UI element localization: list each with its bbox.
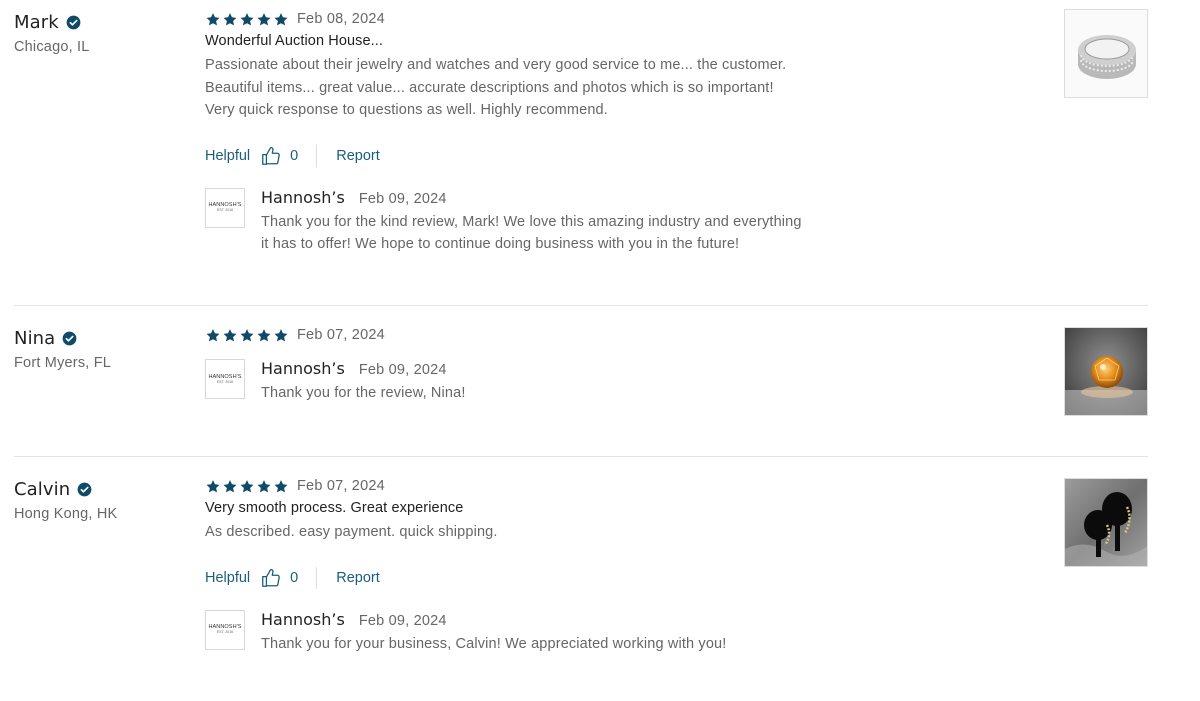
- star-icon: [239, 12, 255, 27]
- review-date: Feb 07, 2024: [297, 327, 385, 343]
- review-body: Feb 08, 2024 Wonderful Auction House... …: [205, 9, 865, 256]
- review-text-line: Beautiful items... great value... accura…: [205, 79, 774, 96]
- star-rating: [205, 479, 289, 494]
- star-icon: [273, 479, 289, 494]
- seller-reply: HANNOSH'S EST. 2016 Hannosh’s Feb 09, 20…: [205, 359, 865, 405]
- star-icon: [273, 12, 289, 27]
- verified-badge-icon: [62, 331, 77, 346]
- star-icon: [273, 328, 289, 343]
- review-date: Feb 08, 2024: [297, 11, 385, 27]
- review-title: Wonderful Auction House...: [205, 33, 384, 49]
- black-earrings-photo-icon: [1065, 479, 1147, 566]
- reply-date: Feb 09, 2024: [358, 612, 447, 629]
- review-text: As described. easy payment. quick shippi…: [205, 521, 865, 544]
- review-actions: Helpful 0 Report: [205, 565, 865, 591]
- star-icon: [256, 328, 272, 343]
- action-divider: [316, 566, 318, 589]
- helpful-button[interactable]: Helpful: [205, 570, 250, 586]
- reply-text-line: it has to offer! We hope to continue doi…: [261, 236, 740, 252]
- star-icon: [239, 328, 255, 343]
- reviews-list: Mark Chicago, IL Feb 08, 2024 Wonderful …: [0, 0, 1200, 701]
- reply-text: Thank you for the kind review, Mark! We …: [261, 211, 802, 256]
- reviewer-name: Nina: [14, 327, 56, 349]
- review-body: Feb 07, 2024 Very smooth process. Great …: [205, 476, 865, 655]
- seller-name: Hannosh’s: [261, 187, 345, 207]
- review-text: Passionate about their jewelry and watch…: [205, 54, 865, 122]
- thumbs-up-icon[interactable]: [260, 567, 282, 589]
- seller-logo-subtext: EST. 2016: [216, 630, 234, 634]
- star-rating: [205, 328, 289, 343]
- reviewer-info: Nina Fort Myers, FL: [14, 326, 112, 372]
- seller-logo-subtext: EST. 2016: [216, 379, 234, 384]
- reply-text-line: Thank you for the kind review, Mark! We …: [261, 213, 802, 230]
- reviewer-location: Fort Myers, FL: [14, 355, 112, 371]
- report-link[interactable]: Report: [336, 148, 380, 164]
- helpful-count: 0: [290, 569, 299, 586]
- reply-text-line: Thank you for your business, Calvin! We …: [261, 635, 727, 652]
- seller-name: Hannosh’s: [261, 609, 345, 629]
- seller-reply: HANNOSH'S EST. 2016 Hannosh’s Feb 09, 20…: [205, 609, 865, 656]
- review-photo-thumbnail[interactable]: [1064, 9, 1148, 98]
- star-icon: [205, 12, 221, 27]
- verified-badge-icon: [66, 15, 81, 30]
- star-icon: [205, 328, 221, 343]
- verified-badge-icon: [77, 482, 92, 497]
- star-icon: [222, 12, 238, 27]
- star-icon: [256, 12, 272, 27]
- thumbs-up-icon[interactable]: [260, 145, 282, 167]
- seller-logo-subtext: EST. 2016: [216, 208, 234, 212]
- review-body: Feb 07, 2024 HANNOSH'S EST. 2016 Hannosh…: [205, 325, 865, 405]
- review-photo-thumbnail[interactable]: [1064, 478, 1148, 567]
- reply-date: Feb 09, 2024: [358, 190, 447, 207]
- review-divider: [14, 456, 1148, 457]
- reviewer-info: Calvin Hong Kong, HK: [14, 477, 118, 523]
- helpful-button[interactable]: Helpful: [205, 148, 250, 164]
- review-photo-thumbnail[interactable]: [1064, 327, 1148, 416]
- seller-reply: HANNOSH'S EST. 2016 Hannosh’s Feb 09, 20…: [205, 187, 865, 256]
- star-icon: [239, 479, 255, 494]
- ring-photo-icon: [1065, 10, 1147, 97]
- review-actions: Helpful 0 Report: [205, 143, 865, 169]
- orange-gemstone-photo-icon: [1065, 328, 1147, 415]
- star-icon: [222, 479, 238, 494]
- reviewer-name: Calvin: [14, 478, 71, 500]
- reply-text-line: Thank you for the review, Nina!: [261, 385, 466, 401]
- reviewer-location: Chicago, IL: [14, 39, 90, 55]
- review-title: Very smooth process. Great experience: [205, 500, 464, 516]
- review-text-line: Very quick response to questions as well…: [205, 102, 608, 118]
- action-divider: [316, 144, 318, 167]
- review-text-line: As described. easy payment. quick shippi…: [205, 524, 498, 540]
- reply-date: Feb 09, 2024: [358, 362, 447, 378]
- star-rating: [205, 12, 289, 27]
- seller-logo: HANNOSH'S EST. 2016: [205, 609, 245, 650]
- review-date: Feb 07, 2024: [297, 478, 385, 494]
- reviewer-location: Hong Kong, HK: [14, 506, 118, 522]
- star-icon: [222, 328, 238, 343]
- review-divider: [14, 305, 1148, 306]
- reply-text: Thank you for your business, Calvin! We …: [261, 633, 726, 656]
- reviewer-name: Mark: [14, 11, 59, 33]
- star-icon: [256, 479, 272, 494]
- seller-logo: HANNOSH'S EST. 2016: [205, 359, 245, 399]
- report-link[interactable]: Report: [336, 570, 380, 586]
- seller-name: Hannosh’s: [261, 359, 345, 378]
- reviewer-info: Mark Chicago, IL: [14, 10, 90, 56]
- reply-text: Thank you for the review, Nina!: [261, 382, 466, 405]
- star-icon: [205, 479, 221, 494]
- helpful-count: 0: [290, 147, 299, 164]
- seller-logo: HANNOSH'S EST. 2016: [205, 187, 245, 228]
- review-text-line: Passionate about their jewelry and watch…: [205, 57, 787, 73]
